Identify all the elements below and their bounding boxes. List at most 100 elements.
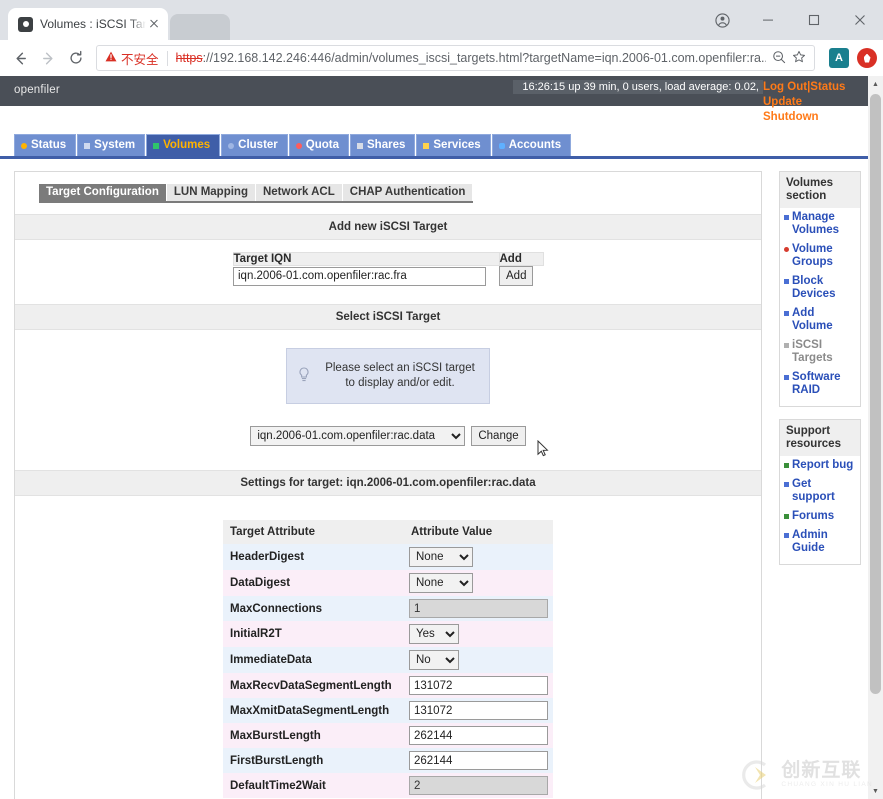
nav-tab-cluster[interactable]: Cluster xyxy=(221,134,288,156)
logout-link[interactable]: Log Out xyxy=(763,81,807,93)
target-select[interactable]: iqn.2006-01.com.openfiler:rac.data xyxy=(250,426,465,446)
nav-tab-volumes[interactable]: Volumes xyxy=(146,134,220,156)
nav-tab-label: Cluster xyxy=(238,139,278,152)
nav-tab-system[interactable]: System xyxy=(77,134,145,156)
sidebar-item-label: Get support xyxy=(792,478,856,504)
sidebar-item-label: iSCSI Targets xyxy=(792,339,856,365)
attribute-select-headerdigest[interactable]: None xyxy=(409,547,473,567)
add-target-table: Target IQN Add Add xyxy=(233,252,544,286)
attribute-input-firstburstlength[interactable] xyxy=(409,751,548,770)
nav-tab-label: Shares xyxy=(367,139,405,152)
nav-tab-shares[interactable]: Shares xyxy=(350,134,415,156)
table-row: DefaultTime2Wait xyxy=(223,773,553,798)
services-icon xyxy=(423,143,429,149)
bullet-icon xyxy=(784,343,789,348)
update-link[interactable]: Update xyxy=(763,96,802,108)
section-settings-title: Settings for target: iqn.2006-01.com.ope… xyxy=(15,470,761,496)
subtab-lun-mapping[interactable]: LUN Mapping xyxy=(167,184,256,201)
sidebar-item-block-devices[interactable]: Block Devices xyxy=(780,272,860,304)
address-bar[interactable]: 不安全 https://192.168.142.246:446/admin/vo… xyxy=(96,45,815,71)
scrollbar-thumb[interactable] xyxy=(870,94,881,694)
nav-tab-quota[interactable]: Quota xyxy=(289,134,349,156)
sidebar-item-label: Block Devices xyxy=(792,275,856,301)
nav-tab-services[interactable]: Services xyxy=(416,134,490,156)
browser-tab[interactable]: Volumes : iSCSI Target xyxy=(8,8,168,40)
bullet-icon xyxy=(784,482,789,487)
attribute-name-cell: ImmediateData xyxy=(223,647,404,673)
shutdown-link[interactable]: Shutdown xyxy=(763,111,819,123)
table-row: ImmediateDataNo xyxy=(223,647,553,673)
page-viewport: openfiler 16:26:15 up 39 min, 0 users, l… xyxy=(0,76,883,799)
bullet-icon xyxy=(784,533,789,538)
select-target-notice: Please select an iSCSI target to display… xyxy=(286,348,490,404)
bullet-icon xyxy=(784,463,789,468)
sidebar-item-forums[interactable]: Forums xyxy=(780,507,860,526)
nav-tab-accounts[interactable]: Accounts xyxy=(492,134,571,156)
table-row: FirstBurstLength xyxy=(223,748,553,773)
sidebar-item-report-bug[interactable]: Report bug xyxy=(780,456,860,475)
table-header-row: Target Attribute Attribute Value xyxy=(223,520,553,544)
window-minimize-button[interactable] xyxy=(745,0,791,40)
target-iqn-input[interactable] xyxy=(233,267,486,286)
sidebar-item-label: Manage Volumes xyxy=(792,211,856,237)
table-row: DataDigestNone xyxy=(223,570,553,596)
sidebar-item-manage-volumes[interactable]: Manage Volumes xyxy=(780,208,860,240)
back-button[interactable] xyxy=(6,44,34,72)
right-sidebar: Volumes section Manage VolumesVolume Gro… xyxy=(779,171,861,577)
bookmark-star-icon[interactable] xyxy=(792,50,806,67)
attribute-input-maxburstlength[interactable] xyxy=(409,726,548,745)
scroll-down-arrow-icon[interactable]: ▼ xyxy=(868,783,883,799)
sidebar-item-software-raid[interactable]: Software RAID xyxy=(780,368,860,400)
system-status-text: 16:26:15 up 39 min, 0 users, load averag… xyxy=(513,80,763,94)
browser-toolbar: 不安全 https://192.168.142.246:446/admin/vo… xyxy=(0,40,883,76)
change-target-button[interactable]: Change xyxy=(471,426,525,446)
tab-close-icon[interactable] xyxy=(146,16,162,32)
nav-tab-label: Quota xyxy=(306,139,339,152)
nav-tab-label: System xyxy=(94,139,135,152)
nav-tab-status[interactable]: Status xyxy=(14,134,76,156)
content-panel: Target Configuration LUN Mapping Network… xyxy=(14,171,762,799)
volumes-links: Manage Volumes Volume Groups Block Devices… xyxy=(780,208,860,400)
status-link[interactable]: Status xyxy=(810,81,845,93)
omnibox-divider xyxy=(167,51,168,66)
tab-strip: Volumes : iSCSI Target xyxy=(0,0,883,40)
page-body: Target Configuration LUN Mapping Network… xyxy=(0,159,883,799)
page-scrollbar[interactable]: ▲ ▼ xyxy=(868,76,883,799)
new-tab-placeholder[interactable] xyxy=(170,14,230,40)
col-attribute-value: Attribute Value xyxy=(404,520,553,544)
window-close-button[interactable] xyxy=(837,0,883,40)
url-scheme: https xyxy=(176,51,203,65)
openfiler-header-links: Log Out|Status Update Shutdown xyxy=(763,80,883,125)
sidebar-item-get-support[interactable]: Get support xyxy=(780,475,860,507)
table-row: Add xyxy=(233,266,543,287)
url-rest: ://192.168.142.246:446/admin/volumes_isc… xyxy=(203,51,766,65)
attribute-input-maxrecvdatasegmentlength[interactable] xyxy=(409,676,548,695)
attribute-input-maxxmitdatasegmentlength[interactable] xyxy=(409,701,548,720)
attribute-name-cell: FirstBurstLength xyxy=(223,748,404,773)
attribute-select-immediatedata[interactable]: No xyxy=(409,650,459,670)
attribute-value-cell xyxy=(404,723,553,748)
sidebar-item-admin-guide[interactable]: Admin Guide xyxy=(780,526,860,558)
attribute-select-initialr2t[interactable]: Yes xyxy=(409,624,459,644)
zoom-out-icon[interactable] xyxy=(772,50,786,67)
reload-button[interactable] xyxy=(62,44,90,72)
scroll-up-arrow-icon[interactable]: ▲ xyxy=(868,76,883,92)
window-maximize-button[interactable] xyxy=(791,0,837,40)
sidebar-item-label: Forums xyxy=(792,510,856,523)
profile-icon[interactable] xyxy=(699,0,745,40)
translate-extension-icon[interactable]: A xyxy=(829,48,849,68)
add-button-cell: Add xyxy=(499,266,543,287)
tab-title: Volumes : iSCSI Target xyxy=(40,17,146,31)
add-target-button[interactable]: Add xyxy=(499,266,533,286)
attribute-select-datadigest[interactable]: None xyxy=(409,573,473,593)
subtab-network-acl[interactable]: Network ACL xyxy=(256,184,343,201)
opera-extension-icon[interactable] xyxy=(857,48,877,68)
nav-tab-label: Status xyxy=(31,139,66,152)
section-add-target-title: Add new iSCSI Target xyxy=(15,214,761,240)
sidebar-item-iscsi-targets[interactable]: iSCSI Targets xyxy=(780,336,860,368)
support-resources-heading: Support resources xyxy=(780,420,860,456)
subtab-target-configuration[interactable]: Target Configuration xyxy=(39,184,167,201)
subtab-chap-authentication[interactable]: CHAP Authentication xyxy=(343,184,474,201)
sidebar-item-add-volume[interactable]: Add Volume xyxy=(780,304,860,336)
sidebar-item-volume-groups[interactable]: Volume Groups xyxy=(780,240,860,272)
